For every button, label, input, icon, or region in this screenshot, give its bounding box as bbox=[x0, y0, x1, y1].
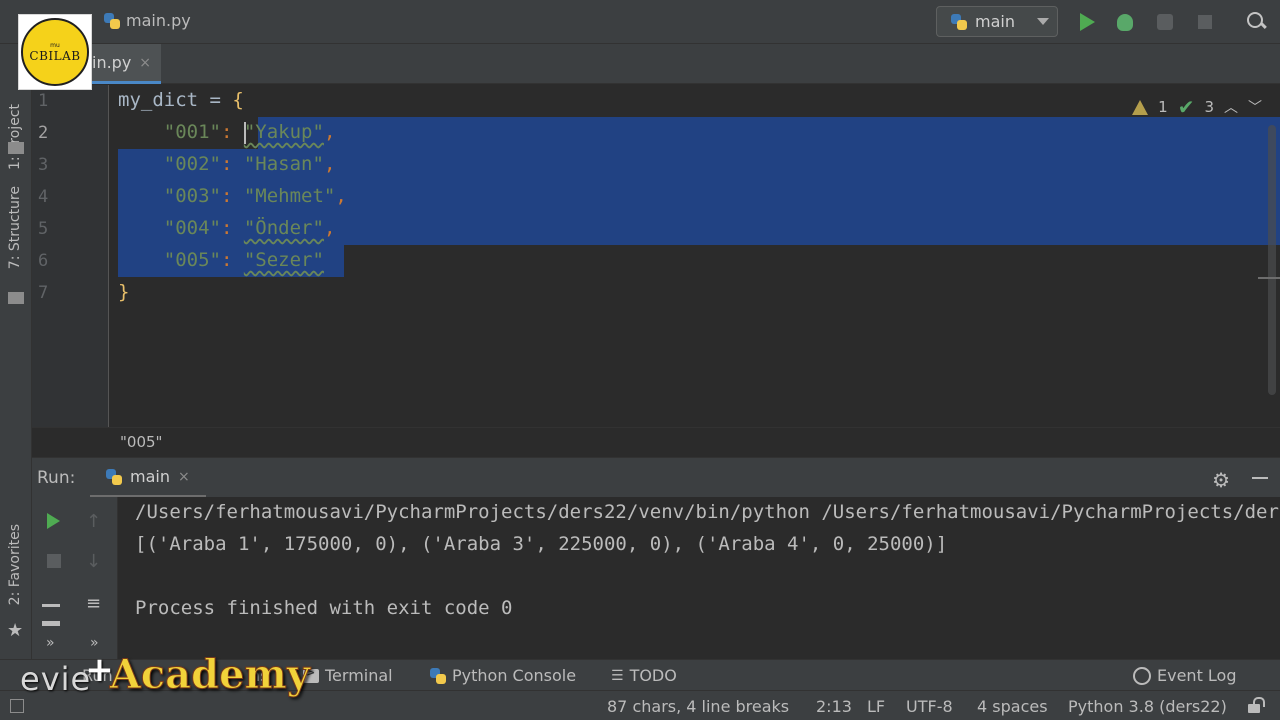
run-panel-header: Run: main × ⚙ bbox=[32, 457, 1280, 498]
gutter-divider bbox=[108, 85, 109, 427]
warning-icon bbox=[1132, 99, 1149, 115]
rerun-button[interactable] bbox=[44, 511, 64, 531]
tool-window-toggle-icon[interactable] bbox=[10, 699, 24, 713]
arrow-up-icon[interactable]: ↑ bbox=[86, 511, 106, 532]
next-highlight-icon[interactable]: ﹀ bbox=[1248, 97, 1262, 117]
stop-button[interactable] bbox=[1194, 11, 1216, 33]
watermark-academy: Academy bbox=[109, 651, 310, 699]
logo-small-text: mu bbox=[50, 41, 60, 49]
lock-icon[interactable] bbox=[1248, 697, 1265, 713]
python-console-tool-tab[interactable]: Python Console bbox=[430, 666, 576, 685]
todo-label: TODO bbox=[629, 666, 677, 685]
python-console-label: Python Console bbox=[452, 666, 577, 685]
evie-academy-watermark: evie + Academy bbox=[20, 646, 311, 699]
code-line-1: my_dict = { bbox=[118, 89, 244, 111]
python-file-icon bbox=[104, 12, 120, 29]
chevron-down-icon bbox=[1037, 18, 1049, 25]
logo-badge: mu CBILAB bbox=[21, 18, 89, 86]
console-line: Process finished with exit code 0 bbox=[135, 597, 513, 619]
line-number-gutter: 1 2 3 4 5 6 7 bbox=[32, 85, 108, 427]
code-line-7: } bbox=[118, 281, 130, 303]
caret-position[interactable]: 2:13 bbox=[816, 697, 852, 716]
editor-breadcrumb-bar: "005" bbox=[32, 427, 1280, 457]
code-line-5: "004": "Önder", bbox=[163, 217, 336, 239]
structure-tool-tab[interactable]: 7: Structure bbox=[7, 186, 23, 269]
selection-highlight bbox=[258, 117, 1280, 149]
editor-scrollbar[interactable] bbox=[1268, 125, 1276, 395]
nav-breadcrumb[interactable]: main.py bbox=[104, 11, 191, 30]
inspection-widget[interactable]: 1 ✔ 3 ︿ ﹀ bbox=[1132, 95, 1262, 119]
run-panel-title: Run: bbox=[37, 468, 76, 488]
run-tab-label: main bbox=[130, 467, 170, 486]
python-icon bbox=[106, 468, 122, 485]
stop-button[interactable] bbox=[44, 551, 64, 571]
python-interpreter[interactable]: Python 3.8 (ders22) bbox=[1068, 697, 1227, 716]
python-icon bbox=[951, 13, 967, 30]
line-number: 7 bbox=[38, 283, 49, 303]
code-line-6: "005": "Sezer" bbox=[163, 249, 324, 271]
checkmark-icon: ✔ bbox=[1177, 95, 1195, 119]
terminal-tool-tab[interactable]: Terminal bbox=[303, 666, 393, 685]
logo-text: CBILAB bbox=[29, 48, 81, 63]
event-log-icon bbox=[1133, 666, 1151, 685]
code-line-2: "001": "Yakup", bbox=[163, 121, 336, 144]
search-everywhere-button[interactable] bbox=[1245, 11, 1267, 33]
line-number: 5 bbox=[38, 219, 49, 239]
run-configuration-label: main bbox=[975, 12, 1015, 31]
indent-setting[interactable]: 4 spaces bbox=[977, 697, 1048, 716]
left-tool-strip: 1: Project 7: Structure 2: Favorites ★ bbox=[0, 44, 32, 694]
run-panel-toolbar: ↑ ↓ ≡ » » bbox=[32, 497, 118, 659]
favorites-tool-tab[interactable]: 2: Favorites bbox=[7, 524, 23, 605]
python-console-icon bbox=[430, 667, 446, 684]
editor-tab-label: in.py bbox=[92, 53, 132, 72]
navigation-bar: main.py main bbox=[0, 0, 1280, 44]
structure-icon bbox=[8, 292, 24, 304]
selection-info: 87 chars, 4 line breaks bbox=[607, 697, 790, 716]
line-number: 4 bbox=[38, 187, 49, 207]
ok-count: 3 bbox=[1204, 98, 1214, 116]
scrollbar-marker bbox=[1258, 277, 1280, 279]
gear-icon[interactable]: ⚙ bbox=[1212, 468, 1230, 492]
run-with-coverage-button[interactable] bbox=[1154, 11, 1176, 33]
watermark-evie: evie bbox=[20, 660, 92, 698]
code-line-4: "003": "Mehmet", bbox=[163, 185, 347, 207]
todo-tool-tab[interactable]: ☰ TODO bbox=[611, 666, 677, 685]
terminal-label: Terminal bbox=[325, 666, 393, 685]
run-configuration-selector[interactable]: main bbox=[936, 6, 1058, 37]
editor-tab-bar: in.py × bbox=[32, 44, 1280, 84]
debug-button[interactable] bbox=[1114, 11, 1136, 33]
previous-highlight-icon[interactable]: ︿ bbox=[1224, 97, 1238, 117]
line-number: 1 bbox=[38, 91, 49, 111]
line-number: 6 bbox=[38, 251, 49, 271]
project-tool-tab[interactable]: 1: Project bbox=[7, 104, 23, 170]
list-icon: ☰ bbox=[611, 667, 624, 684]
channel-logo: mu CBILAB bbox=[18, 14, 92, 90]
console-line: /Users/ferhatmousavi/PycharmProjects/der… bbox=[135, 501, 1280, 523]
folder-icon bbox=[8, 142, 24, 154]
run-tab-main[interactable]: main × bbox=[90, 458, 206, 498]
console-output[interactable]: /Users/ferhatmousavi/PycharmProjects/der… bbox=[118, 497, 1280, 659]
line-separator[interactable]: LF bbox=[867, 697, 885, 716]
event-log-label: Event Log bbox=[1157, 666, 1237, 685]
code-line-3: "002": "Hasan", bbox=[163, 153, 336, 175]
file-encoding[interactable]: UTF-8 bbox=[906, 697, 953, 716]
layout-icon[interactable] bbox=[42, 601, 62, 626]
star-icon: ★ bbox=[7, 620, 24, 641]
minimize-icon[interactable] bbox=[1252, 477, 1268, 479]
event-log-tool-tab[interactable]: Event Log bbox=[1133, 666, 1237, 685]
breadcrumb-item[interactable]: "005" bbox=[120, 433, 162, 451]
run-button[interactable] bbox=[1076, 11, 1098, 33]
code-editor[interactable]: 1 2 3 4 5 6 7 my_dict = { "001": "Yakup"… bbox=[32, 85, 1280, 427]
soft-wrap-icon[interactable]: ≡ bbox=[86, 593, 106, 614]
line-number: 3 bbox=[38, 155, 49, 175]
close-icon[interactable]: × bbox=[178, 469, 190, 485]
line-number: 2 bbox=[38, 123, 49, 143]
nav-breadcrumb-file[interactable]: main.py bbox=[126, 11, 191, 30]
arrow-down-icon[interactable]: ↓ bbox=[86, 551, 106, 572]
console-line: [('Araba 1', 175000, 0), ('Araba 3', 225… bbox=[135, 533, 948, 555]
close-icon[interactable]: × bbox=[139, 55, 151, 71]
editor-tab-main-py[interactable]: in.py × bbox=[92, 44, 162, 84]
warning-count: 1 bbox=[1158, 98, 1168, 116]
